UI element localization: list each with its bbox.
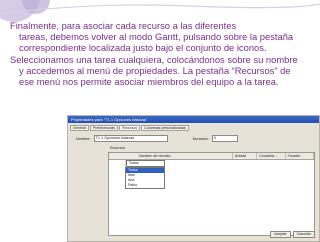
paragraph-2-line-2: y accedemos al menú de propiedades. La p…: [19, 64, 291, 76]
duration-label: Duración:: [192, 136, 209, 141]
tab-general[interactable]: General: [70, 125, 89, 131]
duration-field[interactable]: 0: [211, 135, 238, 142]
ok-button[interactable]: Aceptar: [270, 231, 291, 238]
dropdown-option-pablo[interactable]: Pablo: [126, 183, 164, 188]
dialog-tabs: General Predecesoras Recursos Columnas p…: [70, 125, 189, 131]
paragraph-2-line-3: ese menú nos permite asociar miembros de…: [19, 76, 279, 88]
table-row[interactable]: Todos: [109, 160, 314, 167]
dialog-title-bar: Propiedades para "T1.1 Opciones básicas": [68, 116, 319, 123]
paragraph-2: Seleccionamos una tarea cualquiera, colo…: [10, 54, 315, 88]
col-resource-name: Nombre del recurso: [109, 153, 233, 159]
cancel-button[interactable]: Cancelar: [292, 231, 315, 238]
paragraph-1: Finalmente, para asociar cada recurso a …: [10, 20, 315, 54]
dialog-buttons: Aceptar Cancelar: [270, 231, 315, 238]
tab-recursos[interactable]: Recursos: [118, 125, 141, 131]
paragraph-2-line-1: Seleccionamos una tarea cualquiera, colo…: [10, 53, 298, 65]
resources-section-label: Recursos: [110, 146, 126, 150]
resource-select[interactable]: Todos: [126, 160, 165, 167]
col-coordina: Coordina...: [257, 153, 286, 159]
name-label: Nombre:: [76, 136, 91, 141]
name-row: Nombre: T1.1 Opciones básicas Duración: …: [76, 135, 238, 142]
col-funcion: Función: [286, 153, 315, 159]
tab-columnas[interactable]: Columnas personalizadas: [141, 125, 189, 131]
resource-dropdown-list: Todos Ibán Ana Pablo: [125, 167, 165, 189]
properties-dialog-screenshot: Propiedades para "T1.1 Opciones básicas"…: [67, 115, 320, 242]
tab-predecesoras[interactable]: Predecesoras: [89, 125, 118, 131]
slide-body-text: Finalmente, para asociar cada recurso a …: [10, 20, 315, 87]
paragraph-1-line-2: tareas, debemos volver al modo Gantt, pu…: [19, 31, 294, 43]
col-unidad: Unidad: [233, 153, 258, 159]
paragraph-1-line-3: correspondiente localizada justo bajo el…: [19, 42, 267, 54]
resources-grid: Nombre del recurso Unidad Coordina... Fu…: [108, 152, 315, 236]
name-field[interactable]: T1.1 Opciones básicas: [93, 135, 168, 142]
row-marker: [109, 160, 126, 166]
grid-header: Nombre del recurso Unidad Coordina... Fu…: [109, 153, 315, 160]
paragraph-1-line-1: Finalmente, para asociar cada recurso a …: [10, 20, 237, 31]
